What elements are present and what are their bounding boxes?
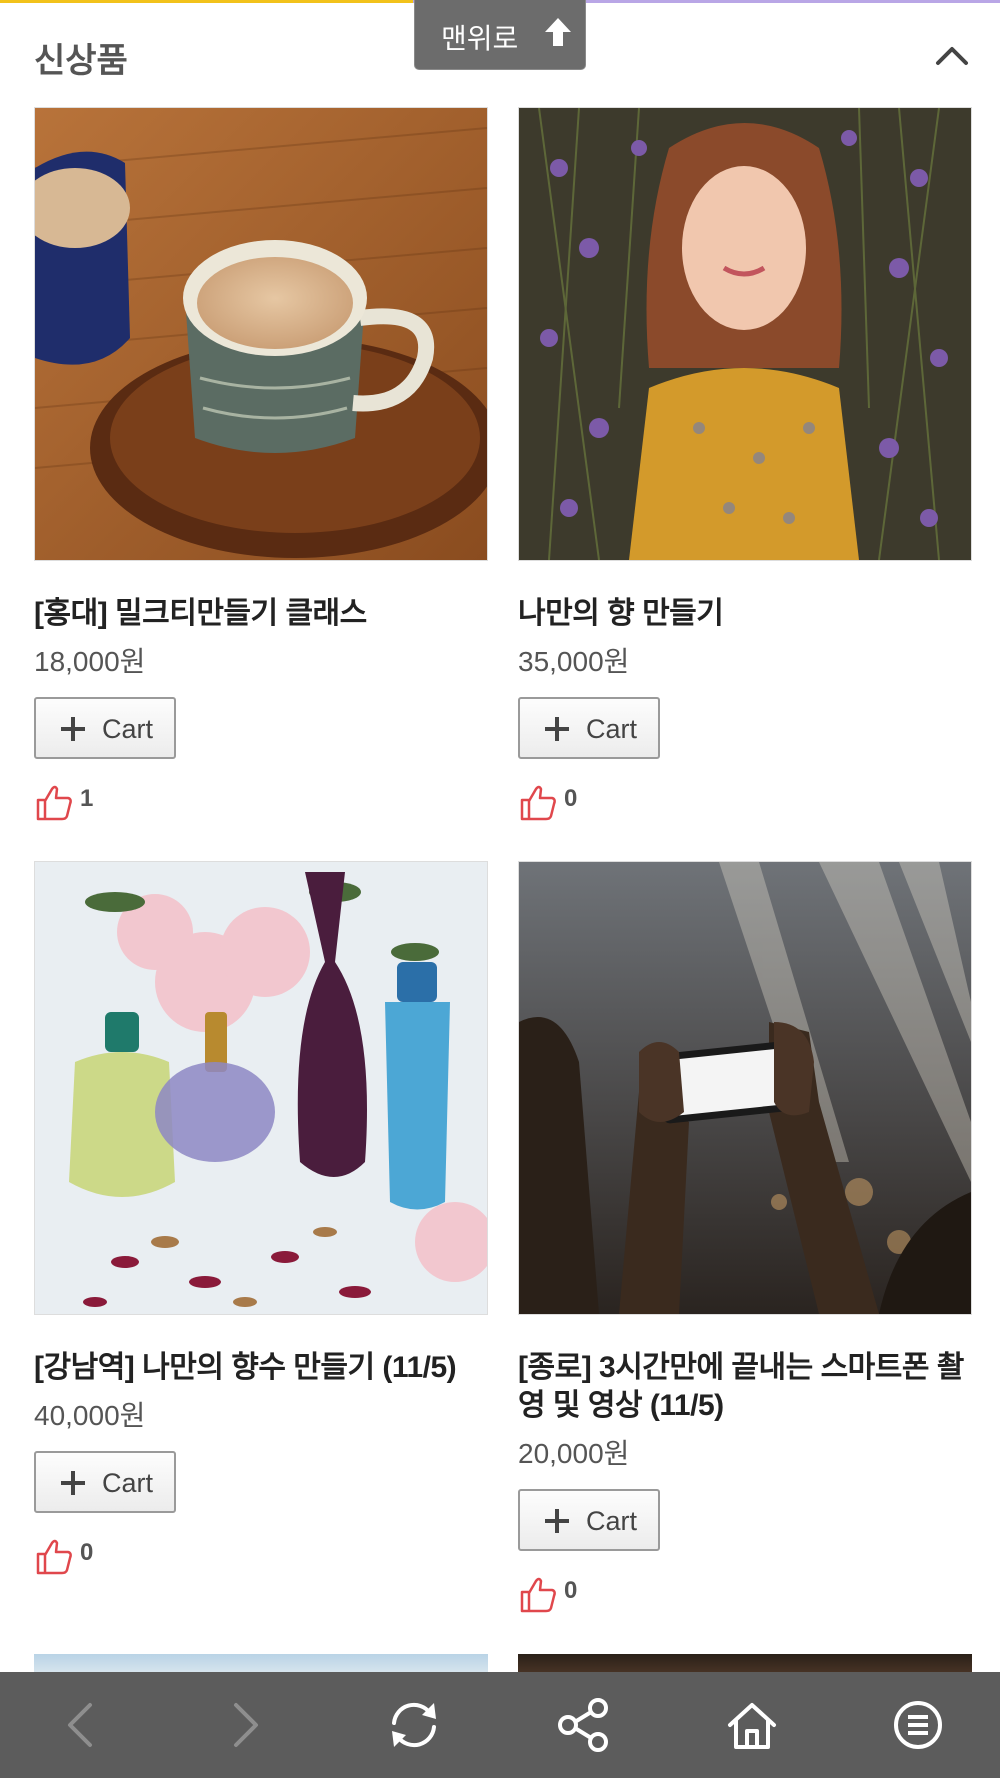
chevron-up-icon[interactable]	[932, 37, 972, 73]
next-product-image-peek[interactable]	[518, 1654, 972, 1674]
product-image[interactable]	[518, 107, 972, 561]
add-to-cart-button[interactable]: Cart	[34, 697, 176, 759]
product-image[interactable]	[34, 107, 488, 561]
product-name[interactable]: [강남역] 나만의 향수 만들기 (11/5)	[34, 1349, 488, 1387]
product-price: 18,000원	[34, 646, 146, 677]
product-name[interactable]: [홍대] 밀크티만들기 클래스	[34, 595, 488, 633]
bottom-nav-bar	[0, 1672, 1000, 1778]
scroll-to-top-label: 맨위로	[441, 23, 519, 54]
product-price: 40,000원	[34, 1400, 146, 1431]
cart-label: Cart	[102, 714, 154, 744]
cart-label: Cart	[102, 1468, 154, 1498]
home-icon[interactable]	[722, 1695, 782, 1755]
thumbs-up-icon	[34, 783, 74, 823]
add-to-cart-button[interactable]: Cart	[518, 697, 660, 759]
like-count: 1	[80, 785, 94, 812]
smartphone-filming-photo	[519, 862, 971, 1314]
like-button[interactable]: 0	[518, 1575, 972, 1615]
back-icon[interactable]	[52, 1695, 112, 1755]
product-price: 35,000원	[518, 646, 630, 677]
like-button[interactable]: 0	[518, 783, 972, 823]
thumbs-up-icon	[34, 1537, 74, 1577]
cart-label: Cart	[586, 1506, 638, 1536]
menu-icon[interactable]	[888, 1695, 948, 1755]
product-image[interactable]	[518, 861, 972, 1315]
plus-icon	[544, 716, 570, 742]
girl-in-lavender-photo	[519, 108, 971, 560]
like-count: 0	[564, 785, 578, 812]
product-name[interactable]: [종로] 3시간만에 끝내는 스마트폰 촬영 및 영상 (11/5)	[518, 1349, 972, 1425]
add-to-cart-button[interactable]: Cart	[518, 1489, 660, 1551]
thumbs-up-icon	[518, 1575, 558, 1615]
like-count: 0	[80, 1539, 94, 1566]
plus-icon	[60, 716, 86, 742]
product-card[interactable]: [강남역] 나만의 향수 만들기 (11/5) 40,000원 Cart 0	[34, 861, 488, 1577]
share-icon[interactable]	[554, 1695, 614, 1755]
product-image[interactable]	[34, 861, 488, 1315]
add-to-cart-button[interactable]: Cart	[34, 1451, 176, 1513]
section-title: 신상품	[34, 42, 128, 80]
plus-icon	[60, 1470, 86, 1496]
like-count: 0	[564, 1577, 578, 1604]
scroll-to-top-button[interactable]: 맨위로	[414, 0, 586, 70]
perfume-bottles-photo	[35, 862, 487, 1314]
product-card[interactable]: 나만의 향 만들기 35,000원 Cart 0	[518, 107, 972, 823]
product-card[interactable]: [홍대] 밀크티만들기 클래스 18,000원 Cart 1	[34, 107, 488, 823]
product-price: 20,000원	[518, 1438, 630, 1469]
product-card[interactable]: [종로] 3시간만에 끝내는 스마트폰 촬영 및 영상 (11/5) 20,00…	[518, 861, 972, 1615]
thumbs-up-icon	[518, 783, 558, 823]
like-button[interactable]: 1	[34, 783, 488, 823]
cart-label: Cart	[586, 714, 638, 744]
milk-tea-cup-photo	[35, 108, 487, 560]
product-name[interactable]: 나만의 향 만들기	[518, 595, 972, 633]
like-button[interactable]: 0	[34, 1537, 488, 1577]
refresh-icon[interactable]	[384, 1695, 444, 1755]
forward-icon[interactable]	[214, 1695, 274, 1755]
next-product-image-peek[interactable]	[34, 1654, 488, 1674]
arrow-up-icon	[542, 16, 574, 48]
plus-icon	[544, 1508, 570, 1534]
